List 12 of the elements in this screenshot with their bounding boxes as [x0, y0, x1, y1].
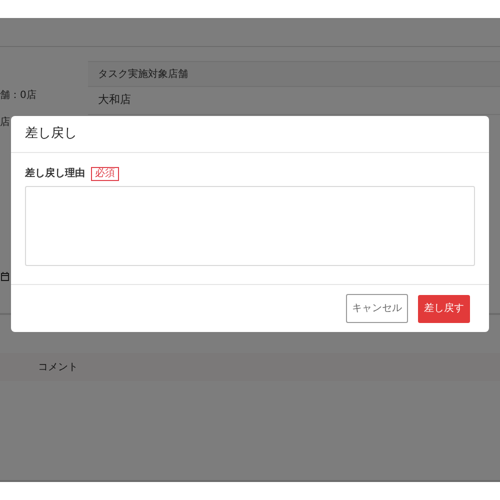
store-name: 大和店 — [98, 92, 131, 108]
field-label: 差し戻し理由 — [25, 166, 85, 181]
calendar-icon — [1, 272, 9, 281]
store-text: 店 — [0, 116, 11, 130]
cancel-button[interactable]: キャンセル — [346, 294, 408, 323]
return-button[interactable]: 差し戻す — [418, 294, 470, 322]
store-count-text: 舗：0店 — [0, 88, 38, 103]
column-header: コメント — [38, 360, 78, 374]
reason-field[interactable] — [25, 186, 475, 266]
dialog-title: 差し戻し — [25, 125, 77, 144]
required-badge: 必須 — [91, 166, 119, 180]
column-header: タスク実施対象店舗 — [98, 68, 188, 82]
